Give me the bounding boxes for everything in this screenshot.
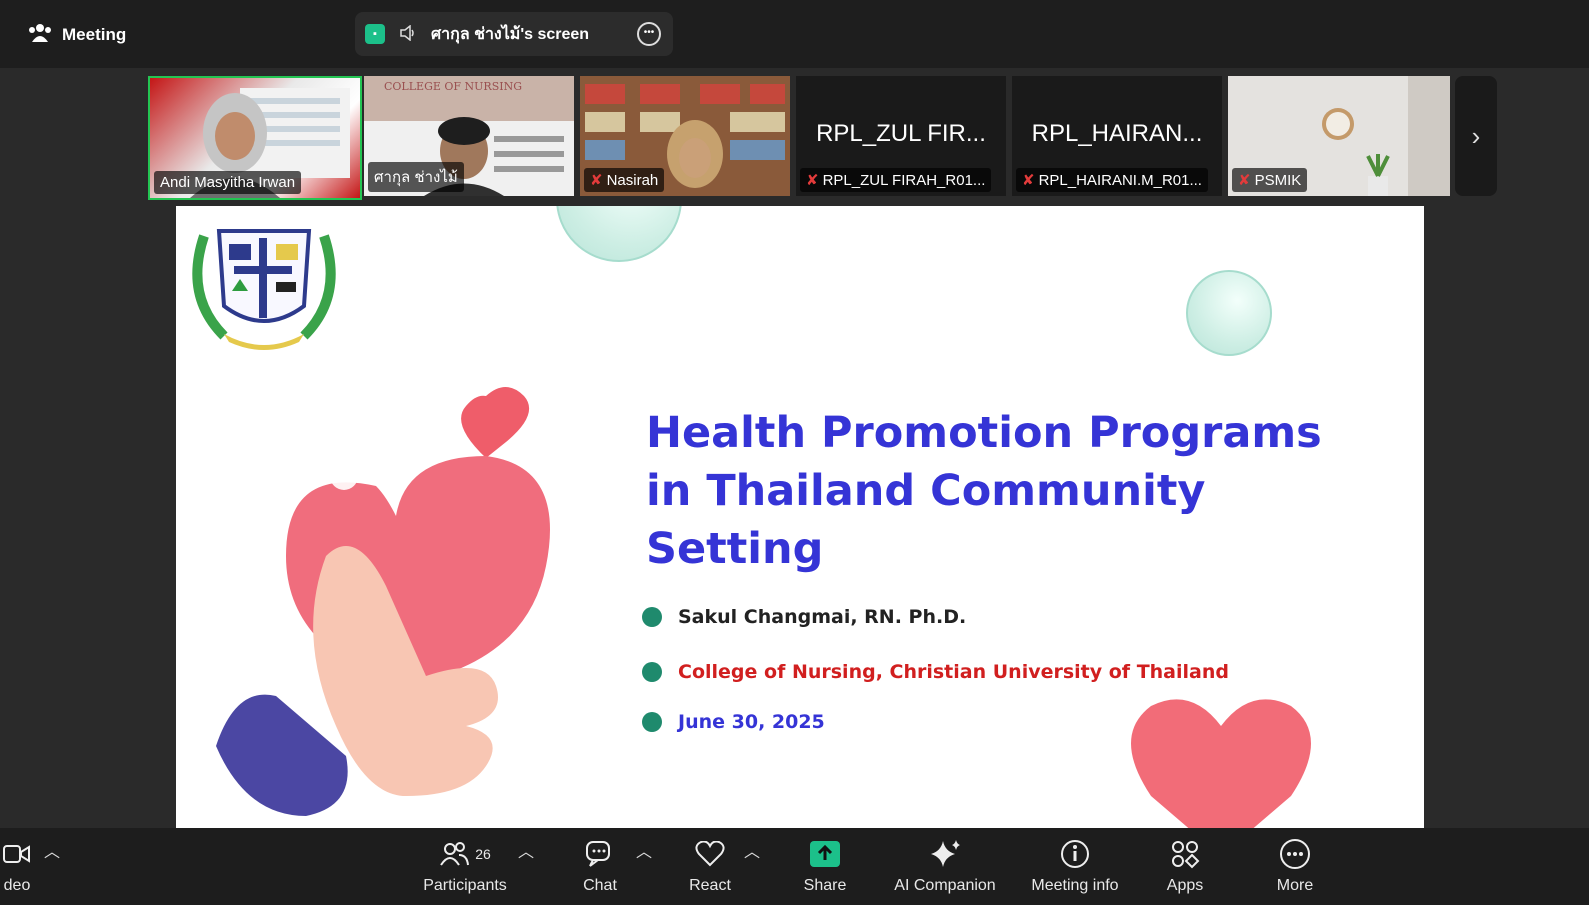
chat-button[interactable]: Chat [570,828,630,905]
slide-title: Health Promotion Programs in Thailand Co… [646,404,1386,578]
info-icon [1060,839,1090,869]
participant-strip: Andi Masyitha Irwan COLLEGE OF NURSING ศ… [0,74,1589,200]
svg-text:COLLEGE OF NURSING: COLLEGE OF NURSING [384,80,522,93]
meeting-toolbar: deo ︿ 26 Participants ︿ Chat ︿ React ︿ S… [0,828,1589,905]
meeting-info-button[interactable]: Meeting info [1020,828,1130,905]
more-icon [1279,838,1311,869]
apps-label: Apps [1166,876,1204,894]
ai-companion-button[interactable]: AI Companion [885,828,1005,905]
video-camera-icon [3,839,31,869]
presenter-bullet: Sakul Changmai, RN. Ph.D. [642,606,966,628]
meeting-menu[interactable]: Meeting [28,22,126,47]
participant-name: Andi Masyitha Irwan [154,171,302,194]
chevron-up-icon[interactable]: ︿ [518,838,534,862]
bullet-dot [642,607,662,627]
institution-name: College of Nursing, Christian University… [678,661,1229,683]
meeting-label: Meeting [62,24,127,44]
participants-button[interactable]: 26 Participants [410,828,520,905]
shared-slide: Health Promotion Programs in Thailand Co… [176,206,1424,828]
ai-companion-label: AI Companion [894,876,996,894]
muted-mic-icon: ✘ [806,172,819,189]
participant-name: ✘ RPL_ZUL FIRAH_R01... [800,168,992,192]
participant-tile[interactable]: COLLEGE OF NURSING ศากุล ช่างไม้ [364,76,574,196]
institution-bullet: College of Nursing, Christian University… [642,661,1229,683]
decorative-heart [1131,699,1311,828]
chat-icon [585,839,615,869]
more-options-icon[interactable]: ••• [637,22,661,46]
muted-mic-icon: ✘ [590,172,603,189]
presenter-name: Sakul Changmai, RN. Ph.D. [678,606,967,628]
participant-display-name: RPL_ZUL FIR... [816,120,986,147]
participant-name: ✘ Nasirah [584,168,665,192]
screen-share-indicator[interactable]: ▪ ศากุล ช่างไม้'s screen ••• [355,12,673,56]
apps-button[interactable]: Apps [1155,828,1215,905]
slide-title-line: Health Promotion Programs [646,408,1322,458]
decorative-bubble [1186,270,1272,356]
participants-count: 26 [475,845,491,862]
more-label: More [1276,876,1314,894]
participant-tile[interactable]: RPL_HAIRAN... ✘ RPL_HAIRANI.M_R01... [1012,76,1222,196]
participant-name: ศากุล ช่างไม้ [368,162,464,192]
participant-tile[interactable]: RPL_ZUL FIR... ✘ RPL_ZUL FIRAH_R01... [796,76,1006,196]
presentation-date: June 30, 2025 [678,711,825,733]
muted-mic-icon: ✘ [1238,172,1251,189]
bullet-dot [642,662,662,682]
video-button[interactable]: deo [0,828,42,905]
participant-tile[interactable]: Andi Masyitha Irwan [148,76,362,200]
share-label: Share [803,876,847,894]
react-label: React [689,876,731,894]
speaker-icon[interactable] [399,23,417,44]
participant-name: ✘ PSMIK [1232,168,1308,192]
heart-hand-illustration [216,387,550,816]
participant-tile[interactable]: ✘ PSMIK [1228,76,1450,196]
people-icon [28,22,52,47]
chevron-right-icon: › [1471,120,1481,151]
more-button[interactable]: More [1265,828,1325,905]
participants-label: Participants [423,876,507,894]
university-logo [192,229,336,350]
date-bullet: June 30, 2025 [642,711,825,733]
participant-display-name: RPL_HAIRAN... [1031,120,1203,147]
chevron-up-icon[interactable]: ︿ [44,838,60,862]
participant-tile[interactable]: ✘ Nasirah [580,76,790,196]
meeting-info-label: Meeting info [1031,876,1119,894]
chevron-up-icon[interactable]: ︿ [744,838,760,862]
share-screen-icon [809,839,841,869]
decorative-bubble [556,206,682,262]
chat-label: Chat [583,876,617,894]
next-page-button[interactable]: › [1455,76,1497,196]
top-bar: Meeting ▪ ศากุล ช่างไม้'s screen ••• [0,0,1589,68]
video-label: deo [3,876,31,894]
slide-title-line: Setting [646,524,824,574]
bullet-dot [642,712,662,732]
chevron-up-icon[interactable]: ︿ [636,838,652,862]
participants-icon: 26 [439,839,491,869]
slide-title-line: in Thailand Community [646,466,1206,516]
muted-mic-icon: ✘ [1022,172,1035,189]
react-button[interactable]: React [680,828,740,905]
share-status-icon: ▪ [365,24,385,44]
sparkle-icon [928,839,962,869]
participant-name: ✘ RPL_HAIRANI.M_R01... [1016,168,1208,192]
share-button[interactable]: Share [795,828,855,905]
heart-icon [695,839,725,869]
apps-icon [1170,839,1200,869]
share-label: ศากุล ช่างไม้'s screen [431,25,590,43]
